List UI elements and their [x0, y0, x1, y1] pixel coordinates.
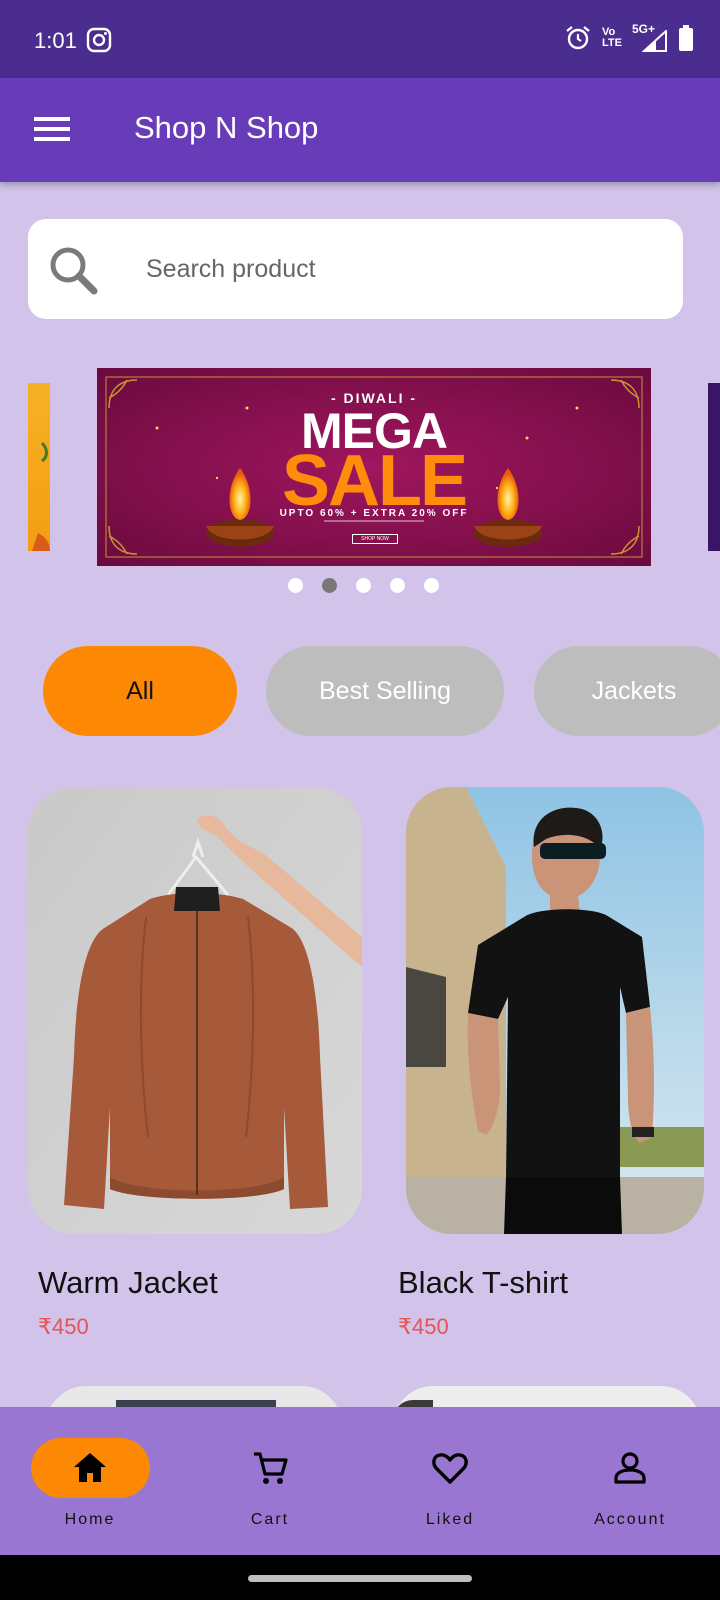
- signal-icon: [642, 30, 667, 52]
- nav-home[interactable]: Home: [0, 1407, 180, 1555]
- nav-cart[interactable]: Cart: [180, 1407, 360, 1555]
- carousel-dot[interactable]: [355, 578, 371, 593]
- status-time: 1:01: [34, 28, 77, 53]
- category-filter-row: All Best Selling Jackets: [0, 646, 720, 736]
- nav-label-home: Home: [64, 1511, 116, 1528]
- nav-label-account: Account: [594, 1511, 666, 1528]
- product-image[interactable]: [28, 787, 362, 1234]
- tshirt-photo: [406, 787, 704, 1234]
- category-chip-best-selling[interactable]: Best Selling: [266, 646, 504, 736]
- status-icons: Vo LTE 5G+: [564, 23, 694, 52]
- gesture-home-handle[interactable]: [248, 1575, 472, 1582]
- leaf-decoration-icon: [32, 441, 50, 551]
- nav-label-cart: Cart: [250, 1511, 290, 1528]
- banner-offer: UPTO 60% + EXTRA 20% OFF: [279, 508, 469, 519]
- status-bar: 1:01 Vo LTE 5G+: [0, 0, 720, 78]
- heart-icon: [432, 1453, 468, 1484]
- category-chip-all[interactable]: All: [43, 646, 237, 736]
- product-price: ₹450: [398, 1314, 449, 1339]
- search-input[interactable]: [146, 245, 646, 293]
- battery-icon: [679, 25, 693, 51]
- nav-liked[interactable]: Liked: [360, 1407, 540, 1555]
- diwali-sale-banner[interactable]: - DIWALI - MEGA SALE UPTO 60% + EXTRA 20…: [97, 368, 651, 566]
- carousel-slide-next[interactable]: [708, 383, 720, 551]
- product-price: ₹450: [38, 1314, 89, 1339]
- home-icon: [74, 1453, 106, 1482]
- carousel-slide-previous[interactable]: [28, 383, 50, 551]
- product-card-warm-jacket[interactable]: Warm Jacket ₹450: [28, 787, 362, 1347]
- nav-label-liked: Liked: [425, 1511, 475, 1528]
- app-bar: Shop N Shop: [0, 78, 720, 182]
- product-card-black-tshirt[interactable]: Black T-shirt ₹450: [398, 787, 704, 1347]
- search-bar[interactable]: [28, 219, 683, 319]
- instagram-icon: [86, 27, 112, 53]
- promo-carousel[interactable]: - DIWALI - MEGA SALE UPTO 60% + EXTRA 20…: [0, 365, 720, 600]
- carousel-indicators: [0, 578, 720, 593]
- alarm-icon: [566, 26, 590, 50]
- volte-icon: Vo LTE: [602, 27, 622, 49]
- account-icon: [614, 1452, 646, 1484]
- carousel-dot[interactable]: [287, 578, 303, 593]
- product-name: Warm Jacket: [38, 1265, 218, 1300]
- nav-account[interactable]: Account: [540, 1407, 720, 1555]
- carousel-dot-active[interactable]: [321, 578, 337, 593]
- search-icon[interactable]: [46, 243, 100, 297]
- cart-icon: [254, 1452, 288, 1484]
- hamburger-menu-icon[interactable]: [34, 114, 70, 144]
- jacket-photo: [28, 787, 362, 1234]
- carousel-dot[interactable]: [389, 578, 405, 593]
- product-image[interactable]: [406, 787, 704, 1234]
- banner-shop-now-button[interactable]: SHOP NOW: [352, 534, 398, 544]
- bottom-navigation: Home Cart Liked Account: [0, 1407, 720, 1555]
- carousel-dot[interactable]: [423, 578, 439, 593]
- product-name: Black T-shirt: [398, 1265, 568, 1300]
- volte-bottom: LTE: [602, 37, 622, 49]
- signal-indicator: 5G+: [632, 23, 668, 52]
- category-chip-jackets[interactable]: Jackets: [534, 646, 720, 736]
- system-navigation-bar: [0, 1555, 720, 1600]
- app-title: Shop N Shop: [134, 110, 319, 145]
